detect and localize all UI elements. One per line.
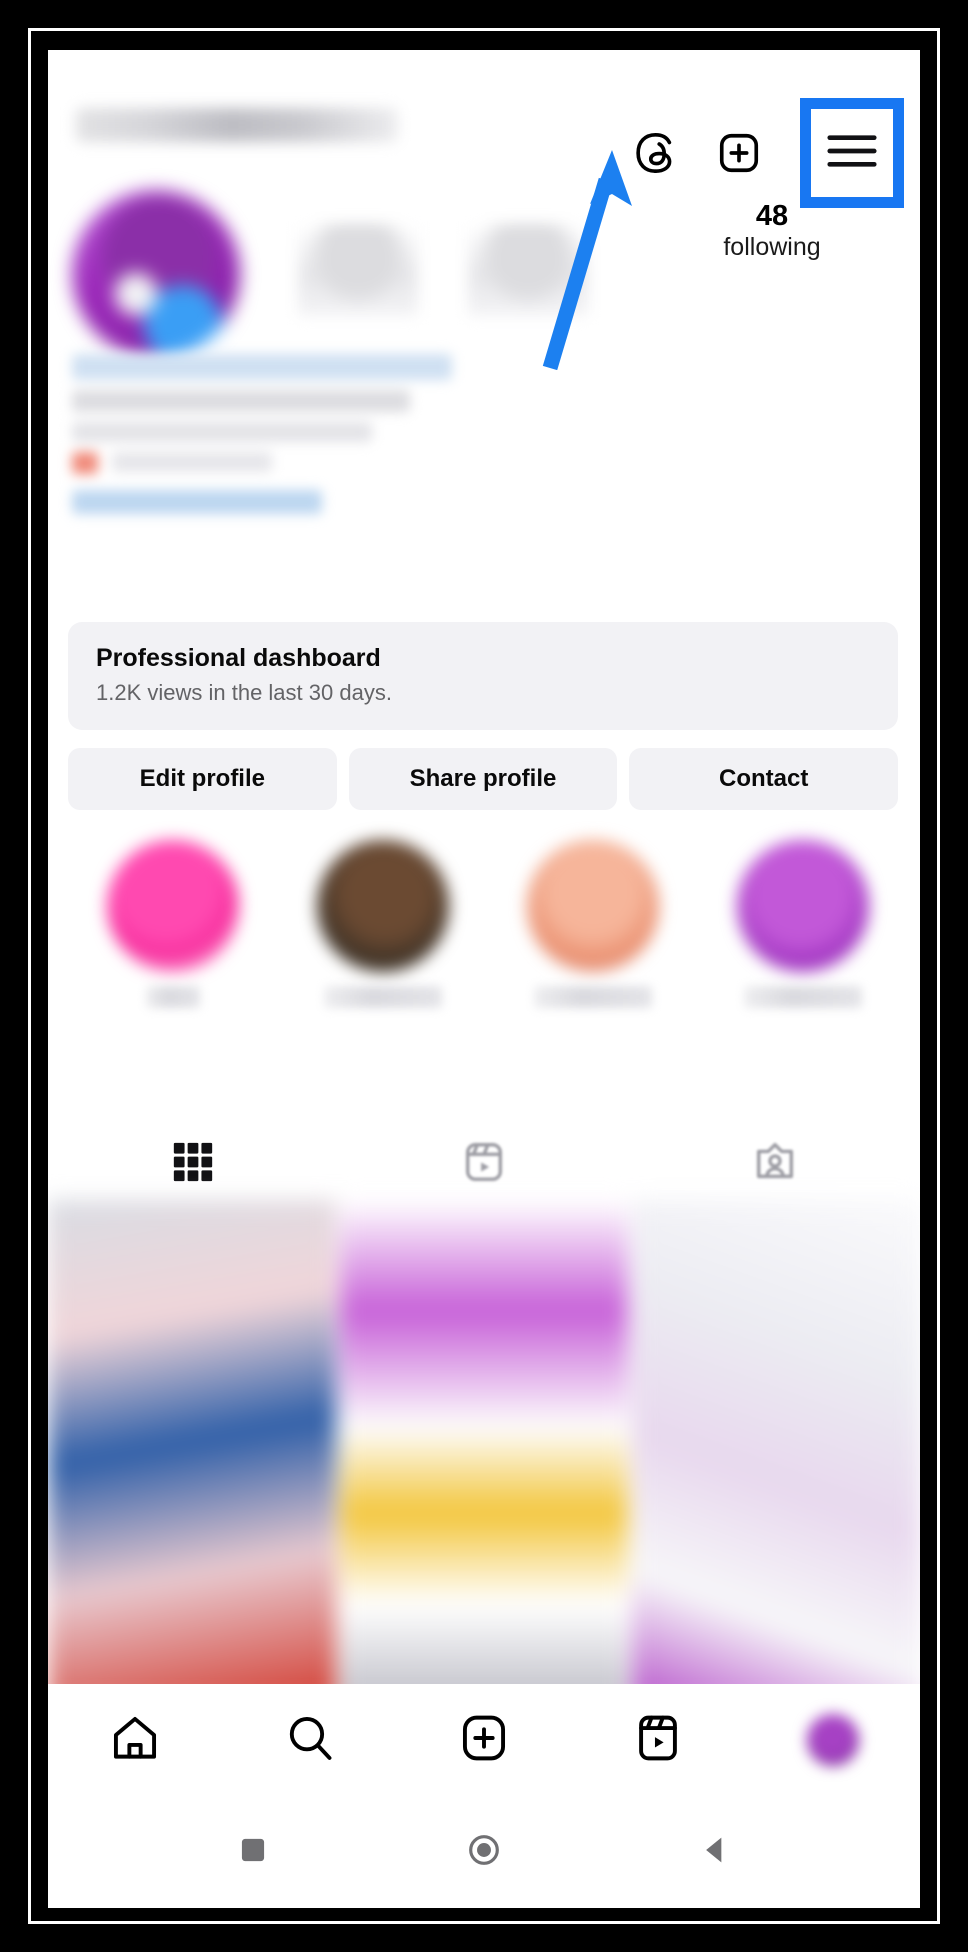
- profile-avatar-icon: [806, 1714, 859, 1766]
- post-grid: [48, 1200, 920, 1705]
- plus-square-icon: [458, 1712, 510, 1769]
- post-thumbnail[interactable]: [48, 1200, 336, 1705]
- home-icon: [109, 1712, 161, 1769]
- circle-icon: [465, 1831, 503, 1874]
- edit-profile-button[interactable]: Edit profile: [68, 748, 337, 810]
- content-tab-bar: [48, 1125, 920, 1203]
- nav-profile[interactable]: [746, 1714, 920, 1766]
- username-label[interactable]: [76, 108, 398, 142]
- sys-recents-button[interactable]: [234, 1831, 272, 1874]
- sys-back-button[interactable]: [696, 1831, 734, 1874]
- avatar[interactable]: [72, 190, 240, 358]
- bottom-navigation-bar: [48, 1684, 920, 1796]
- highlight-label: [534, 986, 652, 1008]
- highlight-thumbnail: [107, 840, 239, 972]
- highlight-label: [324, 986, 442, 1008]
- post-thumbnail[interactable]: [632, 1200, 920, 1705]
- contact-button[interactable]: Contact: [629, 748, 899, 810]
- professional-dashboard-card[interactable]: Professional dashboard 1.2K views in the…: [68, 622, 898, 730]
- nav-search[interactable]: [222, 1712, 396, 1769]
- grid-icon: [170, 1139, 216, 1190]
- reels-icon: [632, 1712, 684, 1769]
- nav-create[interactable]: [397, 1712, 571, 1769]
- highlight-label: [744, 986, 862, 1008]
- stat-followers[interactable]: [468, 224, 588, 316]
- stat-following-value: 48: [755, 200, 789, 232]
- stat-following[interactable]: 48 following: [702, 200, 842, 262]
- photo-frame-outer: 48 following Professional dashboard 1.2K…: [0, 0, 968, 1952]
- tab-reels[interactable]: [339, 1125, 630, 1203]
- stat-posts[interactable]: [298, 224, 418, 316]
- tagged-person-icon: [752, 1139, 798, 1190]
- highlight-item[interactable]: [68, 840, 278, 1008]
- dashboard-title: Professional dashboard: [96, 644, 381, 672]
- dashboard-subtitle: 1.2K views in the last 30 days.: [96, 680, 392, 706]
- sys-home-button[interactable]: [465, 1831, 503, 1874]
- triangle-back-icon: [696, 1831, 734, 1874]
- android-system-nav: [48, 1796, 920, 1908]
- share-profile-button[interactable]: Share profile: [348, 748, 618, 810]
- phone-screen: 48 following Professional dashboard 1.2K…: [48, 50, 920, 1908]
- search-icon: [284, 1712, 336, 1769]
- profile-bio: [72, 348, 532, 548]
- stat-following-label: following: [723, 233, 821, 262]
- highlight-thumbnail: [317, 840, 449, 972]
- highlight-thumbnail: [737, 840, 869, 972]
- profile-action-row: Edit profile Share profile Contact: [68, 748, 899, 810]
- highlight-item[interactable]: [488, 840, 698, 1008]
- reels-icon: [461, 1139, 507, 1190]
- square-icon: [234, 1831, 272, 1874]
- highlight-label: [146, 986, 200, 1008]
- tab-grid[interactable]: [48, 1125, 339, 1203]
- nav-home[interactable]: [48, 1712, 222, 1769]
- nav-reels[interactable]: [571, 1712, 745, 1769]
- highlight-thumbnail: [527, 840, 659, 972]
- highlight-item[interactable]: [278, 840, 488, 1008]
- post-thumbnail[interactable]: [340, 1200, 628, 1705]
- app-header: [48, 50, 920, 208]
- story-highlights-row: [68, 840, 908, 1008]
- tab-tagged[interactable]: [629, 1125, 920, 1203]
- highlight-item[interactable]: [698, 840, 908, 1008]
